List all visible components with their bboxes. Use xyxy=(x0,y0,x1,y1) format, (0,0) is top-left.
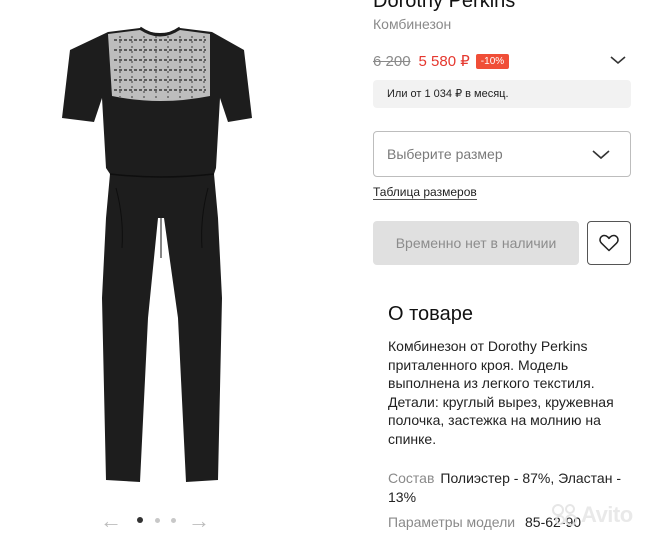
heart-icon xyxy=(599,234,619,252)
gallery-dot[interactable] xyxy=(137,517,143,523)
price-row: 6 200 5 580 ₽ -10% xyxy=(373,51,510,71)
product-image xyxy=(62,26,252,482)
size-table-link[interactable]: Таблица размеров xyxy=(373,185,477,200)
chevron-down-icon xyxy=(592,150,610,160)
unavailable-button[interactable]: Временно нет в наличии xyxy=(373,221,579,265)
watermark-text: Avito xyxy=(581,502,633,527)
watermark: Avito xyxy=(552,502,633,528)
arrow-right-icon[interactable]: → xyxy=(188,510,212,532)
avito-logo-icon xyxy=(552,504,577,526)
product-category: Комбинезон xyxy=(373,16,452,32)
installment-info: Или от 1 034 ₽ в месяц. xyxy=(373,80,631,108)
new-price: 5 580 ₽ xyxy=(418,53,470,70)
product-brand: Dorothy Perkins xyxy=(373,0,516,12)
discount-badge: -10% xyxy=(475,53,510,69)
about-description: Комбинезон от Dorothy Perkins приталенно… xyxy=(388,338,614,447)
gallery-carousel: ← → xyxy=(100,510,215,532)
about-title: О товаре xyxy=(388,303,473,325)
size-select[interactable]: Выберите размер xyxy=(373,131,631,177)
arrow-left-icon[interactable]: ← xyxy=(100,510,124,532)
size-select-placeholder: Выберите размер xyxy=(387,146,503,162)
gallery-dot[interactable] xyxy=(155,518,160,523)
favorite-button[interactable] xyxy=(587,221,631,265)
old-price: 6 200 xyxy=(373,52,411,70)
spec-composition: Состав Полиэстер - 87%, Эластан - 13% xyxy=(388,469,638,506)
spec-key: Состав xyxy=(388,470,435,486)
product-gallery[interactable]: ← → xyxy=(0,0,350,540)
gallery-dot[interactable] xyxy=(171,518,176,523)
spec-key: Параметры модели xyxy=(388,514,516,530)
chevron-down-icon[interactable] xyxy=(610,55,626,65)
